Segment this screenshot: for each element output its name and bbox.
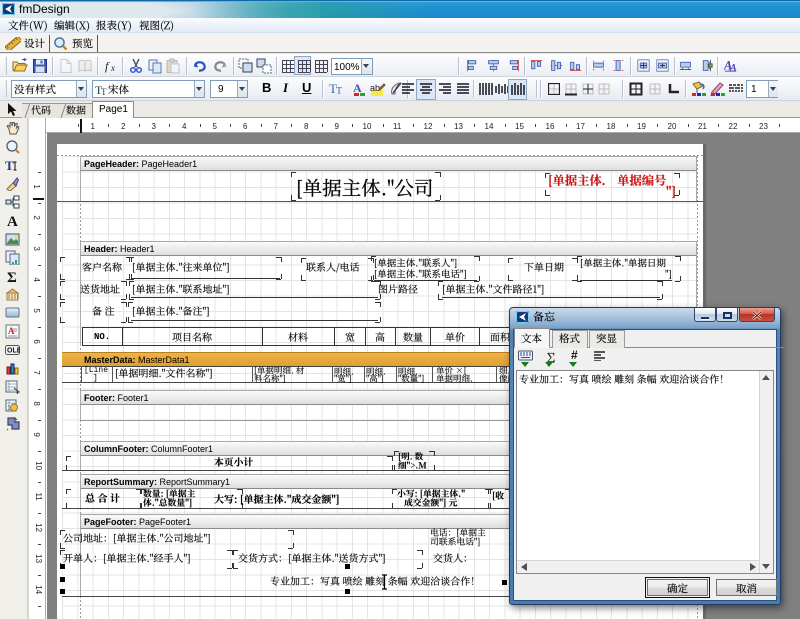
svg-text:OLE: OLE [7, 348, 20, 355]
svg-text:T: T [101, 87, 107, 95]
svg-text:T: T [336, 86, 342, 97]
svg-text:A: A [729, 62, 737, 72]
svg-text:A: A [7, 214, 18, 228]
svg-text:f: f [105, 59, 110, 73]
svg-text:x: x [110, 63, 115, 73]
svg-text:ab: ab [370, 83, 380, 93]
svg-text:Σ: Σ [7, 270, 17, 284]
svg-text:T: T [5, 158, 14, 173]
svg-text:A: A [353, 81, 362, 95]
